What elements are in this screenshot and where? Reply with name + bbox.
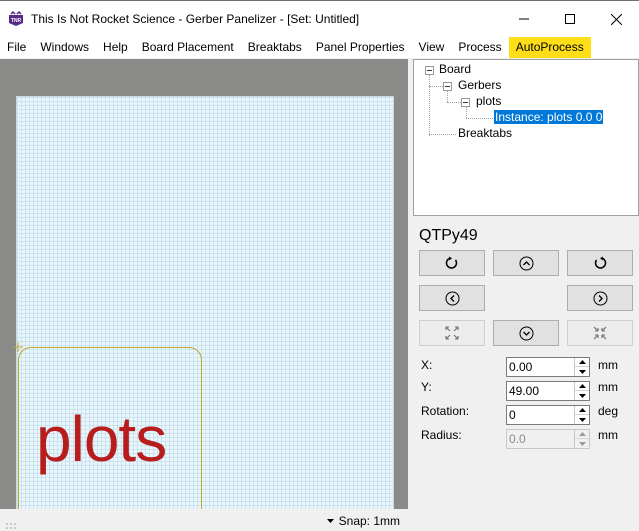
radius-spinner — [574, 430, 589, 448]
rotate-cw-button[interactable] — [419, 250, 485, 276]
snap-dropdown[interactable]: Snap: 1mm — [326, 514, 400, 528]
radius-label: Radius: — [421, 428, 462, 442]
dropdown-arrow-icon — [326, 519, 334, 523]
chevron-left-icon — [445, 291, 459, 305]
move-down-button[interactable] — [493, 320, 559, 346]
tree-node-instance[interactable]: Instance: plots 0.0 0 — [492, 109, 605, 125]
y-input[interactable] — [509, 383, 571, 399]
tree-line — [447, 90, 448, 102]
tree-line — [429, 134, 456, 135]
tree-node-gerbers[interactable]: Gerbers — [458, 78, 501, 92]
menu-breaktabs[interactable]: Breaktabs — [241, 37, 309, 58]
x-input[interactable] — [509, 359, 571, 375]
board-tree[interactable]: Board Gerbers plots Instance: plots 0.0 … — [413, 59, 639, 216]
contract-icon — [593, 326, 607, 340]
chevron-down-icon — [519, 326, 533, 340]
radius-unit: mm — [598, 428, 618, 442]
menu-help[interactable]: Help — [96, 37, 135, 58]
menu-file[interactable]: File — [0, 37, 33, 58]
properties-panel: QTPy49 X: 0.00 mm Y: 49.00 mm Rotation: … — [413, 219, 639, 531]
menu-board-placement[interactable]: Board Placement — [135, 37, 241, 58]
minimize-button[interactable] — [501, 1, 547, 37]
menu-windows[interactable]: Windows — [33, 37, 96, 58]
spin-down-icon[interactable] — [575, 391, 589, 400]
move-left-button[interactable] — [419, 285, 485, 311]
move-right-button[interactable] — [567, 285, 633, 311]
y-label: Y: — [421, 380, 432, 394]
rotation-unit: deg — [598, 404, 619, 418]
app-window: TNR This Is Not Rocket Science - Gerber … — [0, 0, 639, 531]
radius-field[interactable] — [506, 429, 590, 449]
spin-up-icon[interactable] — [575, 358, 589, 367]
rotation-field[interactable] — [506, 405, 590, 425]
expand-icon — [445, 326, 459, 340]
y-field[interactable] — [506, 381, 590, 401]
rotation-input[interactable] — [509, 407, 571, 423]
rotate-cw-icon — [445, 256, 458, 269]
menu-panel-properties[interactable]: Panel Properties — [309, 37, 412, 58]
x-spinner[interactable] — [574, 358, 589, 376]
menu-process[interactable]: Process — [451, 37, 508, 58]
window-title: This Is Not Rocket Science - Gerber Pane… — [31, 12, 360, 26]
tree-expander-board[interactable] — [425, 66, 434, 75]
snap-label: Snap: 1mm — [338, 514, 400, 528]
chevron-up-icon — [519, 256, 533, 270]
spin-down-icon[interactable] — [575, 367, 589, 376]
x-unit: mm — [598, 358, 618, 372]
maximize-button[interactable] — [547, 1, 593, 37]
rotate-ccw-button[interactable] — [567, 250, 633, 276]
splitter[interactable] — [408, 59, 412, 531]
chevron-right-icon — [593, 291, 607, 305]
tree-line — [429, 74, 430, 136]
title-bar: TNR This Is Not Rocket Science - Gerber … — [0, 1, 639, 37]
menu-bar: File Windows Help Board Placement Breakt… — [0, 37, 639, 58]
minimize-icon — [519, 18, 529, 20]
contract-button[interactable] — [567, 320, 633, 346]
x-label: X: — [421, 358, 433, 372]
rotation-label: Rotation: — [421, 404, 470, 418]
menu-view[interactable]: View — [412, 37, 452, 58]
close-icon — [610, 13, 622, 25]
resize-grip-icon — [6, 523, 16, 529]
tree-expander-plots[interactable] — [461, 98, 470, 107]
board-label: plots — [36, 403, 167, 475]
x-field[interactable] — [506, 357, 590, 377]
tree-node-board[interactable]: Board — [439, 62, 471, 76]
spin-up-icon[interactable] — [575, 382, 589, 391]
spin-up-icon — [575, 430, 589, 439]
tree-line — [447, 102, 461, 103]
tree-line — [466, 106, 467, 118]
menu-autoprocess[interactable]: AutoProcess — [508, 37, 591, 58]
board-name: QTPy49 — [419, 227, 478, 244]
y-spinner[interactable] — [574, 382, 589, 400]
rotation-spinner[interactable] — [574, 406, 589, 424]
spin-down-icon — [575, 439, 589, 448]
spin-up-icon[interactable] — [575, 406, 589, 415]
y-unit: mm — [598, 380, 618, 394]
radius-input — [509, 431, 571, 447]
tree-node-breaktabs[interactable]: Breaktabs — [458, 126, 512, 140]
expand-button[interactable] — [419, 320, 485, 346]
close-button[interactable] — [593, 1, 639, 37]
tree-node-plots[interactable]: plots — [476, 94, 501, 108]
status-bar: Snap: 1mm — [0, 509, 408, 531]
spin-down-icon[interactable] — [575, 415, 589, 424]
rotate-ccw-icon — [594, 256, 607, 269]
svg-text:TNR: TNR — [11, 18, 22, 24]
tree-expander-gerbers[interactable] — [443, 82, 452, 91]
move-up-button[interactable] — [493, 250, 559, 276]
tree-line — [466, 118, 493, 119]
panel-canvas[interactable]: plots — [0, 59, 408, 531]
tinrs-logo-icon: TNR — [9, 11, 23, 26]
maximize-icon — [565, 14, 575, 24]
origin-crosshair-icon — [13, 342, 23, 352]
